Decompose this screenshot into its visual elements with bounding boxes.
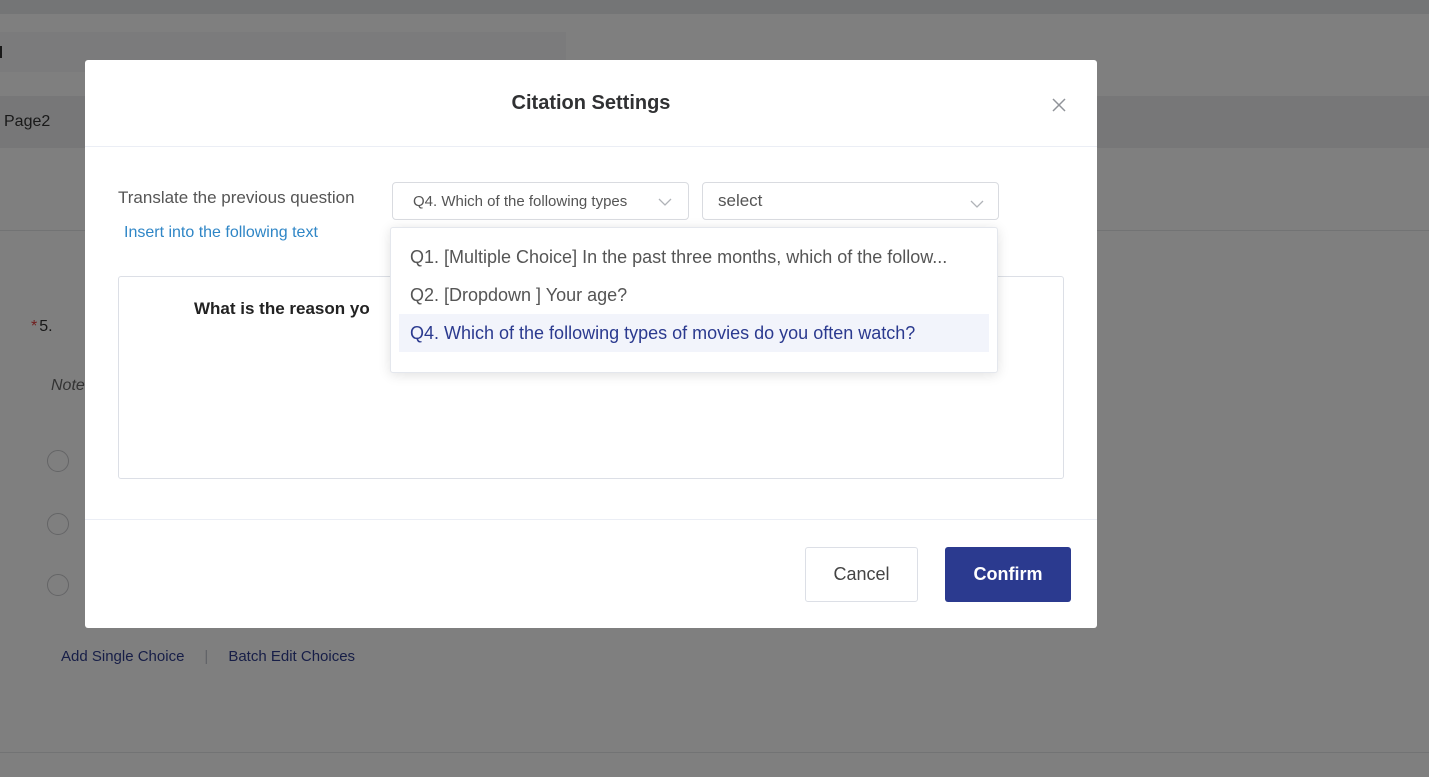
dropdown-option-q1[interactable]: Q1. [Multiple Choice] In the past three … [399,238,989,276]
editor-question-text[interactable]: What is the reason yo [194,299,370,319]
close-icon[interactable] [1048,94,1070,116]
chevron-down-icon [970,195,984,215]
question-select[interactable]: Q4. Which of the following types [392,182,689,220]
question-select-value: Q4. Which of the following types [413,192,628,210]
translate-label: Translate the previous question [118,188,355,207]
dialog-title: Citation Settings [511,92,671,114]
option-select-placeholder: select [718,191,763,210]
dialog-header: Citation Settings [85,60,1097,147]
confirm-button[interactable]: Confirm [945,547,1071,602]
option-select[interactable]: select [702,182,999,220]
chevron-down-icon [658,195,672,212]
question-dropdown-menu: Q1. [Multiple Choice] In the past three … [390,227,998,373]
cancel-button[interactable]: Cancel [805,547,918,602]
dropdown-option-q4[interactable]: Q4. Which of the following types of movi… [399,314,989,352]
insert-text-link[interactable]: Insert into the following text [124,224,318,242]
footer-divider [85,519,1097,520]
dropdown-option-q2[interactable]: Q2. [Dropdown ] Your age? [399,276,989,314]
